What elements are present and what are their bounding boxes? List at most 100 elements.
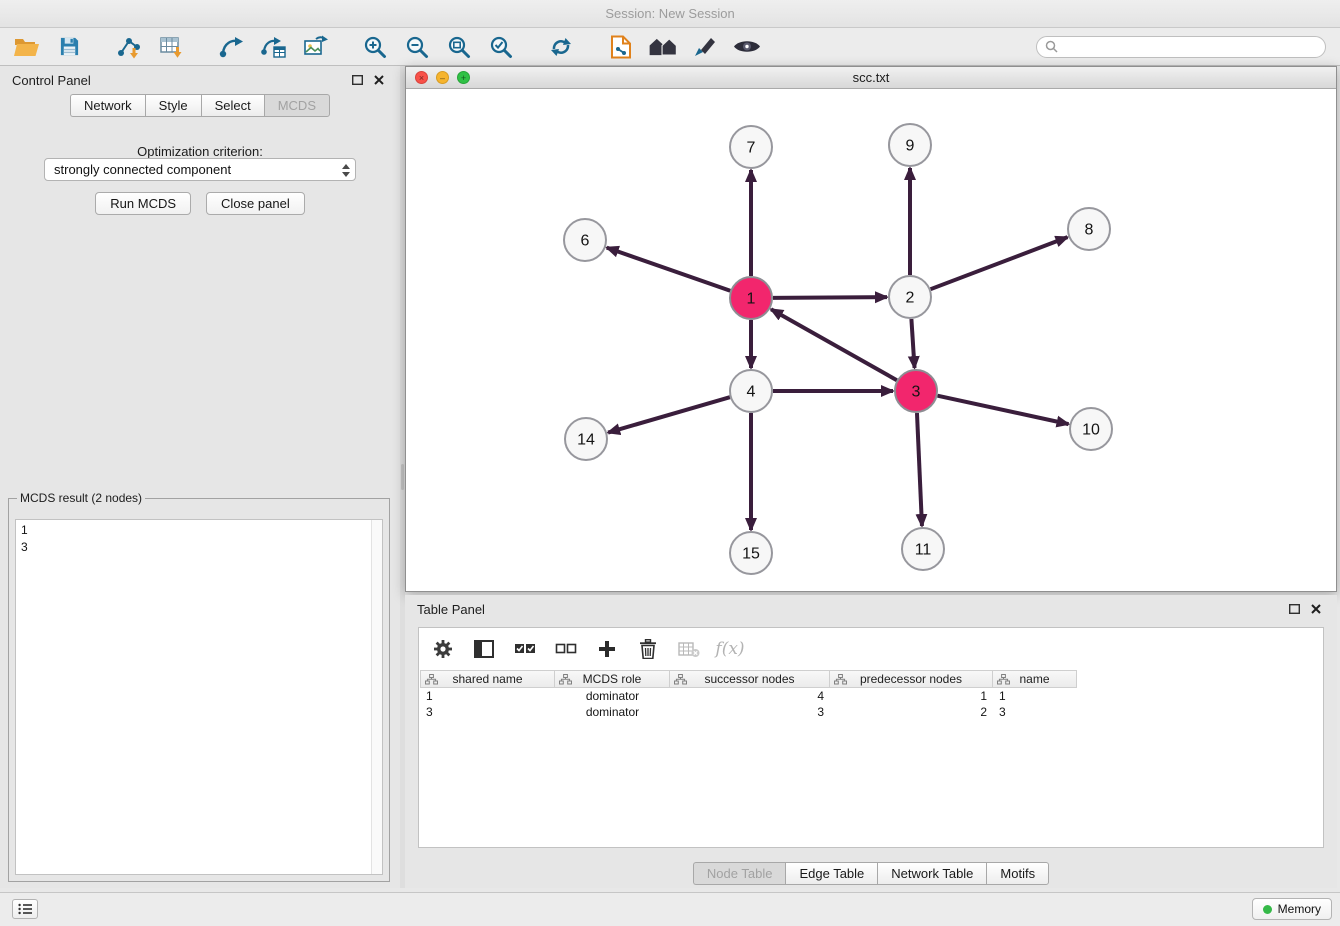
criterion-select[interactable]: strongly connected component	[44, 158, 356, 181]
edge-1-6[interactable]	[607, 248, 731, 291]
first-neighbors-button[interactable]	[604, 32, 638, 62]
zoom-out-button[interactable]	[400, 32, 434, 62]
tab-node-table[interactable]: Node Table	[693, 862, 786, 885]
close-panel-button-header[interactable]	[370, 71, 388, 89]
edge-4-14[interactable]	[608, 397, 730, 432]
tab-style[interactable]: Style	[145, 94, 201, 117]
column-header-successor-nodes[interactable]: successor nodes	[670, 670, 830, 688]
deselect-all-button[interactable]	[554, 637, 578, 661]
control-panel-header: Control Panel	[0, 66, 400, 94]
network-window-titlebar[interactable]: × – + scc.txt	[406, 67, 1336, 89]
control-panel-tabs: NetworkStyleSelectMCDS	[0, 94, 400, 117]
tab-motifs[interactable]: Motifs	[986, 862, 1049, 885]
zoom-in-button[interactable]	[358, 32, 392, 62]
refresh-button[interactable]	[544, 32, 578, 62]
node-table-container: f(x) shared nameMCDS rolesuccessor nodes…	[418, 627, 1324, 848]
zoom-window-icon[interactable]: +	[457, 71, 470, 84]
close-table-panel-button[interactable]	[1307, 600, 1325, 618]
new-network-icon	[219, 36, 243, 58]
refresh-icon	[550, 36, 572, 58]
zoom-out-icon	[405, 35, 429, 59]
table-cell[interactable]: dominator	[555, 689, 670, 703]
attribute-tree-icon	[559, 674, 572, 685]
table-cell[interactable]: 1	[993, 689, 1077, 703]
table-options-button[interactable]	[431, 637, 455, 661]
table-cell[interactable]: dominator	[555, 705, 670, 719]
select-all-button[interactable]	[513, 637, 537, 661]
style-button[interactable]	[688, 32, 722, 62]
attribute-tree-icon	[425, 674, 438, 685]
table-body: 1dominator4113dominator323	[419, 688, 1323, 720]
tab-network-table[interactable]: Network Table	[877, 862, 986, 885]
table-cell[interactable]: 2	[830, 705, 993, 719]
network-graph[interactable]: 7968124314101511	[406, 89, 1336, 591]
close-window-icon[interactable]: ×	[415, 71, 428, 84]
close-icon	[374, 75, 384, 85]
delete-table-icon	[678, 640, 700, 658]
table-row[interactable]: 1dominator411	[420, 688, 1323, 704]
search-box[interactable]	[1036, 36, 1326, 58]
edge-3-11[interactable]	[917, 413, 922, 526]
network-overview-button[interactable]	[646, 32, 680, 62]
mcds-result-title: MCDS result (2 nodes)	[17, 491, 145, 505]
mcds-result-group: MCDS result (2 nodes) 1 3	[8, 491, 390, 882]
search-input[interactable]	[1063, 39, 1317, 54]
table-cell[interactable]: 3	[670, 705, 830, 719]
zoom-fit-button[interactable]	[442, 32, 476, 62]
columns-icon	[474, 640, 494, 658]
attribute-tree-icon	[834, 674, 847, 685]
delete-row-button[interactable]	[636, 637, 660, 661]
run-mcds-button[interactable]: Run MCDS	[95, 192, 191, 215]
table-cell[interactable]: 4	[670, 689, 830, 703]
network-canvas[interactable]: 7968124314101511	[406, 89, 1336, 591]
panel-list-button[interactable]	[12, 899, 38, 919]
criterion-select-value: strongly connected component	[54, 162, 231, 177]
close-panel-button[interactable]: Close panel	[206, 192, 305, 215]
edge-3-1[interactable]	[771, 309, 897, 380]
node-label-7: 7	[747, 140, 756, 157]
new-network-button[interactable]	[214, 32, 248, 62]
network-table-icon	[260, 35, 286, 59]
table-row[interactable]: 3dominator323	[420, 704, 1323, 720]
splitter-grip[interactable]	[401, 464, 404, 490]
export-image-button[interactable]	[298, 32, 332, 62]
show-columns-button[interactable]	[472, 637, 496, 661]
tab-edge-table[interactable]: Edge Table	[785, 862, 877, 885]
tab-select[interactable]: Select	[201, 94, 264, 117]
delete-table-button[interactable]	[677, 637, 701, 661]
zoom-selected-button[interactable]	[484, 32, 518, 62]
edge-2-8[interactable]	[931, 237, 1068, 289]
save-session-button[interactable]	[52, 32, 86, 62]
table-cell[interactable]: 1	[830, 689, 993, 703]
column-header-predecessor-nodes[interactable]: predecessor nodes	[830, 670, 993, 688]
float-panel-button[interactable]	[348, 71, 366, 89]
minimize-window-icon[interactable]: –	[436, 71, 449, 84]
add-row-button[interactable]	[595, 637, 619, 661]
column-header-shared-name[interactable]: shared name	[420, 670, 555, 688]
window-title: Session: New Session	[605, 6, 734, 21]
function-builder-button[interactable]: f(x)	[718, 637, 742, 661]
new-network-table-button[interactable]	[256, 32, 290, 62]
edge-1-2[interactable]	[773, 297, 887, 298]
float-table-panel-button[interactable]	[1285, 600, 1303, 618]
edge-2-3[interactable]	[911, 319, 914, 368]
zoom-fit-icon	[447, 35, 471, 59]
column-header-name[interactable]: name	[993, 670, 1077, 688]
edge-3-10[interactable]	[937, 396, 1068, 424]
mcds-result-list[interactable]: 1 3	[15, 519, 383, 875]
open-session-button[interactable]	[10, 32, 44, 62]
memory-status-icon	[1263, 905, 1272, 914]
column-header-mcds-role[interactable]: MCDS role	[555, 670, 670, 688]
show-hide-button[interactable]	[730, 32, 764, 62]
table-toolbar: f(x)	[419, 628, 1323, 670]
tab-mcds[interactable]: MCDS	[264, 94, 330, 117]
table-cell[interactable]: 3	[993, 705, 1077, 719]
import-table-button[interactable]	[154, 32, 188, 62]
checked-boxes-icon	[514, 642, 536, 656]
table-cell[interactable]: 1	[420, 689, 555, 703]
result-scrollbar[interactable]	[371, 520, 382, 874]
memory-button[interactable]: Memory	[1252, 898, 1332, 920]
table-cell[interactable]: 3	[420, 705, 555, 719]
import-network-button[interactable]	[112, 32, 146, 62]
tab-network[interactable]: Network	[70, 94, 145, 117]
